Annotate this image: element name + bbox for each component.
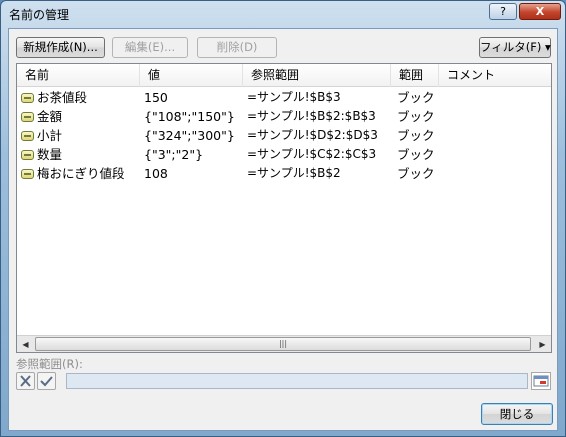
names-list[interactable]: 名前 値 参照範囲 範囲 コメント お茶値段 150 =サンプル!$B$3 ブッ…	[16, 63, 552, 353]
value-cell: {"108";"150"}	[144, 109, 235, 124]
column-header-scope[interactable]: 範囲	[391, 64, 439, 87]
filter-button[interactable]: フィルタ(F) ▾	[479, 37, 551, 58]
scope-cell: ブック	[397, 90, 435, 105]
scope-cell: ブック	[397, 166, 435, 181]
value-cell: 108	[144, 166, 168, 181]
name-range-icon	[21, 150, 34, 160]
list-item[interactable]: 金額 {"108";"150"} =サンプル!$B$2:$B$3 ブック	[17, 107, 551, 126]
scrollbar-thumb[interactable]: |||	[35, 337, 531, 351]
name-cell: お茶値段	[37, 90, 88, 105]
refers-to-cell: =サンプル!$D$2:$D$3	[247, 128, 378, 142]
help-button[interactable]: ?	[489, 3, 517, 20]
horizontal-scrollbar[interactable]: ◀ ||| ▶	[17, 335, 551, 352]
refers-to-cell: =サンプル!$C$2:$C$3	[247, 147, 377, 161]
list-item[interactable]: 数量 {"3";"2"} =サンプル!$C$2:$C$3 ブック	[17, 145, 551, 164]
name-range-icon	[21, 93, 34, 103]
column-header-refers-to[interactable]: 参照範囲	[243, 64, 391, 87]
cancel-edit-button[interactable]	[16, 372, 35, 390]
edit-button[interactable]: 編集(E)...	[112, 37, 188, 58]
scroll-right-icon[interactable]: ▶	[534, 336, 551, 353]
column-header-value[interactable]: 値	[140, 64, 243, 87]
list-item[interactable]: お茶値段 150 =サンプル!$B$3 ブック	[17, 88, 551, 107]
name-range-icon	[21, 131, 34, 141]
scope-cell: ブック	[397, 109, 435, 124]
new-button[interactable]: 新規作成(N)...	[16, 37, 105, 58]
refers-to-cell: =サンプル!$B$2	[247, 166, 341, 180]
refers-to-cell: =サンプル!$B$3	[247, 90, 341, 104]
value-cell: {"3";"2"}	[144, 147, 204, 162]
name-cell: 梅おにぎり値段	[37, 166, 125, 181]
scope-cell: ブック	[397, 147, 435, 162]
checkmark-icon	[40, 376, 53, 387]
dialog-body: 新規作成(N)... 編集(E)... 削除(D) フィルタ(F) ▾ 名前 値…	[8, 28, 558, 431]
list-item[interactable]: 小計 {"324";"300"} =サンプル!$D$2:$D$3 ブック	[17, 126, 551, 145]
name-manager-dialog: 名前の管理 ? X 新規作成(N)... 編集(E)... 削除(D) フィルタ…	[0, 0, 566, 437]
list-item[interactable]: 梅おにぎり値段 108 =サンプル!$B$2 ブック	[17, 164, 551, 183]
column-header-name[interactable]: 名前	[17, 64, 140, 87]
name-cell: 小計	[37, 128, 63, 143]
collapse-dialog-button[interactable]	[531, 372, 551, 390]
close-button[interactable]: 閉じる	[481, 403, 553, 425]
name-cell: 金額	[37, 109, 63, 124]
x-icon	[20, 375, 31, 387]
list-header: 名前 値 参照範囲 範囲 コメント	[17, 64, 551, 87]
refers-to-input[interactable]	[66, 373, 528, 389]
refers-to-label: 参照範囲(R):	[16, 357, 83, 371]
confirm-edit-button[interactable]	[37, 372, 56, 390]
name-range-icon	[21, 112, 34, 122]
value-cell: {"324";"300"}	[144, 128, 235, 143]
value-cell: 150	[144, 90, 168, 105]
title-bar[interactable]: 名前の管理 ? X	[1, 1, 565, 27]
close-window-button[interactable]: X	[519, 3, 561, 20]
refers-to-cell: =サンプル!$B$2:$B$3	[247, 109, 376, 123]
scroll-left-icon[interactable]: ◀	[17, 336, 34, 353]
dialog-title: 名前の管理	[9, 8, 70, 22]
range-select-icon	[533, 375, 549, 387]
name-cell: 数量	[37, 147, 63, 162]
column-header-comment[interactable]: コメント	[439, 64, 551, 87]
scope-cell: ブック	[397, 128, 435, 143]
name-range-icon	[21, 169, 34, 179]
delete-button[interactable]: 削除(D)	[197, 37, 277, 58]
